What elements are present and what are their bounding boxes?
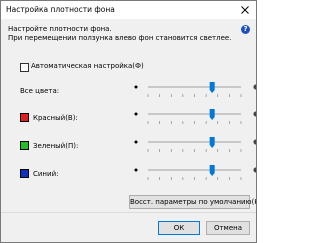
green-slider[interactable]: [133, 134, 256, 154]
all-colors-slider[interactable]: [133, 79, 256, 99]
slider-min-dot-icon: [134, 112, 138, 116]
slider-track: [148, 86, 241, 88]
density-dialog: Настройка плотности фона Настройте плотн…: [0, 0, 257, 243]
description-line-2: При перемещении ползунка влево фон стано…: [8, 34, 232, 42]
ok-button[interactable]: ОК: [158, 221, 200, 235]
slider-thumb[interactable]: [209, 82, 215, 93]
restore-defaults-button[interactable]: Восст. параметры по умолчанию(К): [129, 195, 256, 209]
slider-track: [148, 113, 241, 115]
footer-separator: [1, 212, 256, 213]
slider-max-dot-icon: [253, 167, 256, 173]
blue-slider[interactable]: [133, 162, 256, 182]
blue-swatch: [20, 169, 29, 178]
slider-thumb[interactable]: [209, 165, 215, 176]
slider-max-dot-icon: [253, 139, 256, 145]
description-line-1: Настройте плотности фона.: [8, 25, 112, 33]
title-bar: Настройка плотности фона: [1, 1, 256, 19]
red-label: Красный(В):: [33, 114, 78, 122]
green-swatch: [20, 141, 29, 150]
slider-thumb[interactable]: [209, 137, 215, 148]
slider-max-dot-icon: [253, 84, 256, 90]
slider-min-dot-icon: [134, 168, 138, 172]
slider-thumb[interactable]: [209, 109, 215, 120]
auto-adjust-checkbox[interactable]: [20, 63, 29, 72]
window-title: Настройка плотности фона: [6, 5, 115, 14]
red-swatch: [20, 113, 29, 122]
slider-track: [148, 141, 241, 143]
slider-max-dot-icon: [253, 111, 256, 117]
green-label: Зеленый(П):: [33, 142, 79, 150]
all-colors-label: Все цвета:: [20, 87, 60, 95]
help-icon[interactable]: ?: [241, 25, 250, 34]
close-icon[interactable]: [239, 4, 251, 16]
cancel-button[interactable]: Отмена: [206, 221, 250, 235]
blue-label: Синий:: [33, 170, 59, 178]
auto-adjust-label[interactable]: Автоматическая настройка(Ф): [31, 62, 144, 70]
slider-min-dot-icon: [134, 140, 138, 144]
slider-track: [148, 169, 241, 171]
slider-min-dot-icon: [134, 85, 138, 89]
red-slider[interactable]: [133, 106, 256, 126]
